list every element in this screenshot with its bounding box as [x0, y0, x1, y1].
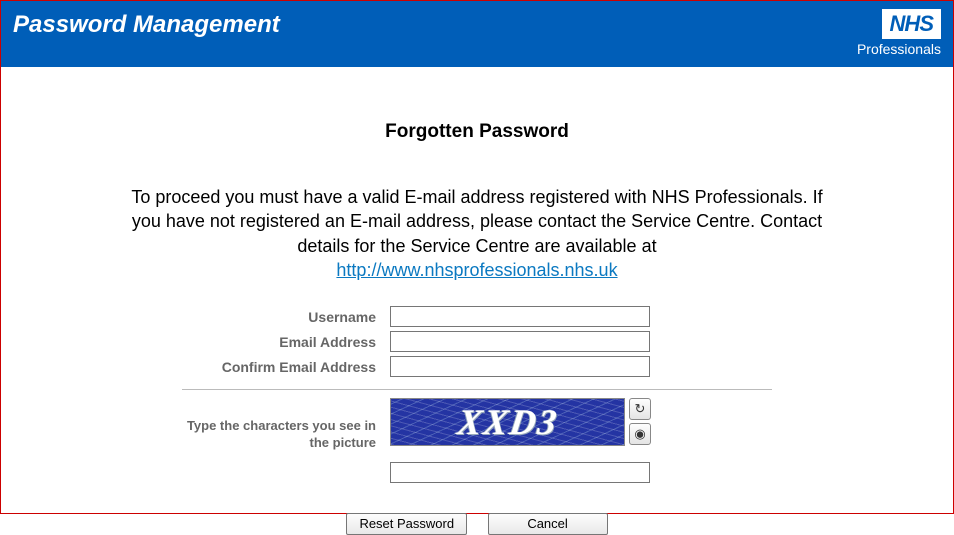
button-row: Reset Password Cancel — [13, 513, 941, 535]
label-username: Username — [182, 309, 390, 325]
captcha-row: Type the characters you see in the pictu… — [182, 398, 772, 452]
label-confirm-email: Confirm Email Address — [182, 359, 390, 375]
form-area: Username Email Address Confirm Email Add… — [182, 306, 772, 483]
audio-icon: ◉ — [634, 426, 645, 442]
username-field[interactable] — [390, 306, 650, 327]
header: Password Management NHS Professionals — [1, 1, 953, 67]
divider — [182, 389, 772, 390]
row-username: Username — [182, 306, 772, 327]
intro-link[interactable]: http://www.nhsprofessionals.nhs.uk — [336, 260, 617, 280]
reset-password-button[interactable]: Reset Password — [346, 513, 467, 535]
row-email: Email Address — [182, 331, 772, 352]
captcha-input-row — [390, 462, 772, 483]
captcha-text: XXD3 — [455, 401, 561, 443]
cancel-button[interactable]: Cancel — [488, 513, 608, 535]
nhs-logo-text: NHS — [882, 9, 941, 39]
label-email: Email Address — [182, 334, 390, 350]
header-title: Password Management — [13, 9, 280, 39]
email-field[interactable] — [390, 331, 650, 352]
captcha-audio-button[interactable]: ◉ — [629, 423, 651, 445]
intro-text: To proceed you must have a valid E-mail … — [117, 185, 837, 282]
nhs-logo-subtext: Professionals — [857, 41, 941, 57]
captcha-controls: ↻ ◉ — [629, 398, 651, 445]
row-confirm-email: Confirm Email Address — [182, 356, 772, 377]
intro-text-body: To proceed you must have a valid E-mail … — [131, 187, 822, 256]
main-content: Forgotten Password To proceed you must h… — [1, 121, 953, 535]
label-captcha: Type the characters you see in the pictu… — [182, 398, 390, 452]
confirm-email-field[interactable] — [390, 356, 650, 377]
nhs-logo: NHS Professionals — [857, 9, 941, 57]
page-heading: Forgotten Password — [13, 121, 941, 143]
refresh-icon: ↻ — [635, 401, 646, 417]
captcha-box: XXD3 ↻ ◉ — [390, 398, 651, 446]
captcha-refresh-button[interactable]: ↻ — [629, 398, 651, 420]
captcha-image: XXD3 — [390, 398, 625, 446]
captcha-field[interactable] — [390, 462, 650, 483]
